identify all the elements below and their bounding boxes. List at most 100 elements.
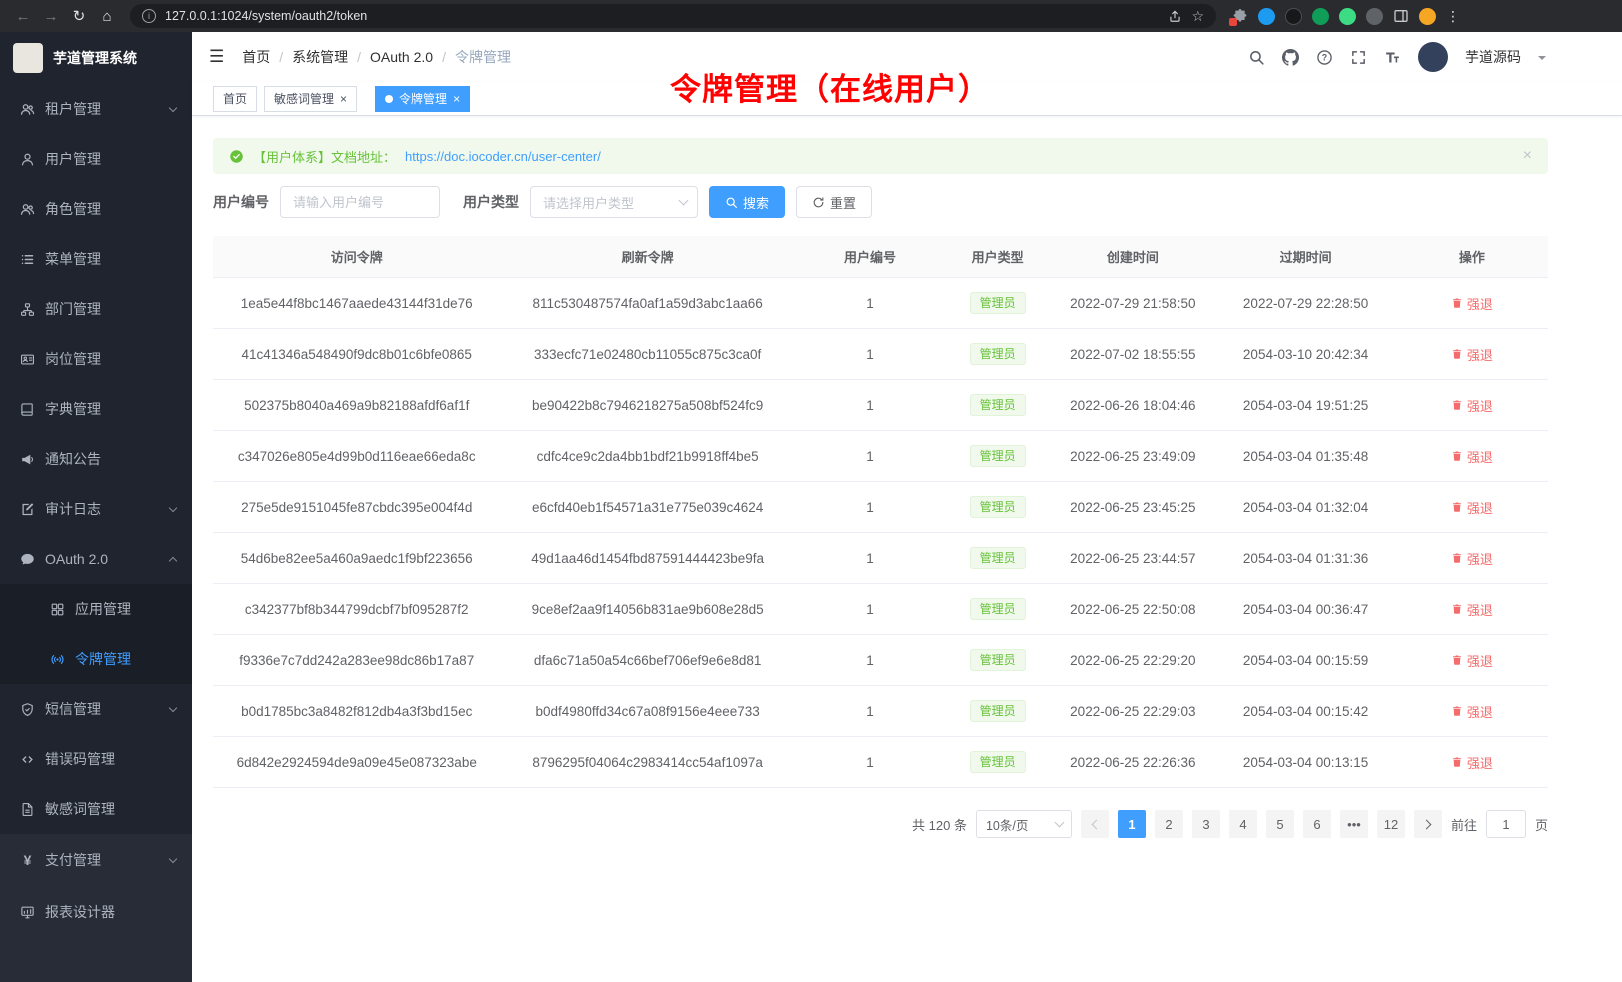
page-size-select[interactable]: 10条/页	[976, 810, 1072, 838]
sidebar-item-notice[interactable]: 通知公告	[0, 434, 192, 484]
fullscreen-icon[interactable]	[1350, 49, 1367, 66]
search-button[interactable]: 搜索	[709, 186, 785, 218]
table-row: 1ea5e44f8bc1467aaede43144f31de76 811c530…	[213, 278, 1548, 329]
force-logout-button[interactable]: 强退	[1451, 396, 1493, 415]
extension-icon[interactable]	[1366, 8, 1383, 25]
refresh-token-cell: e6cfd40eb1f54571a31e775e039c4624	[500, 482, 794, 533]
search-button-label: 搜索	[743, 193, 769, 212]
sidebar-item-sensitive-words[interactable]: 敏感词管理	[0, 784, 192, 834]
extension-icon[interactable]	[1285, 8, 1302, 25]
expire-time-cell: 2054-03-04 00:15:59	[1215, 635, 1395, 686]
sidebar-item-label: 租户管理	[45, 99, 101, 119]
tab-sensitive-words[interactable]: 敏感词管理 ×	[264, 86, 357, 112]
user-type-badge: 管理员	[970, 700, 1026, 722]
page-button[interactable]: 4	[1229, 810, 1257, 838]
page-button[interactable]: 12	[1377, 810, 1405, 838]
user-id-input[interactable]	[280, 186, 440, 218]
force-logout-button[interactable]: 强退	[1451, 345, 1493, 364]
user-avatar[interactable]	[1418, 42, 1448, 72]
sidebar: 芋道管理系统 租户管理 用户管理 角色管理 菜单管理 部门管理	[0, 32, 192, 982]
pay-yen-icon: ¥	[20, 852, 35, 868]
force-logout-button[interactable]: 强退	[1451, 651, 1493, 670]
sidebar-item-oauth-app[interactable]: 应用管理	[0, 584, 192, 634]
expire-time-cell: 2054-03-04 01:32:04	[1215, 482, 1395, 533]
extension-icon[interactable]	[1312, 8, 1329, 25]
breadcrumb-system[interactable]: 系统管理	[292, 47, 348, 67]
close-icon[interactable]: ×	[340, 93, 347, 105]
sidebar-item-sms[interactable]: 短信管理	[0, 684, 192, 734]
page-button[interactable]: 6	[1303, 810, 1331, 838]
close-icon[interactable]: ×	[453, 93, 460, 105]
breadcrumb-oauth[interactable]: OAuth 2.0	[370, 49, 433, 65]
share-icon[interactable]	[1168, 9, 1182, 23]
page-button[interactable]: 2	[1155, 810, 1183, 838]
browser-menu-icon[interactable]: ⋮	[1446, 8, 1460, 25]
extensions-puzzle-icon[interactable]	[1232, 8, 1248, 24]
force-logout-button[interactable]: 强退	[1451, 753, 1493, 772]
sidebar-item-menu[interactable]: 菜单管理	[0, 234, 192, 284]
username[interactable]: 芋道源码	[1465, 47, 1521, 67]
side-panel-icon[interactable]	[1393, 8, 1409, 24]
tab-home[interactable]: 首页	[213, 86, 257, 112]
browser-reload-icon[interactable]: ↻	[66, 3, 92, 29]
sidebar-item-user[interactable]: 用户管理	[0, 134, 192, 184]
tab-token-management[interactable]: 令牌管理 ×	[375, 86, 470, 112]
sidebar-toggle-icon[interactable]: ☰	[209, 47, 224, 67]
doc-alert: 【用户体系】文档地址： https://doc.iocoder.cn/user-…	[213, 138, 1548, 174]
page-button[interactable]: 3	[1192, 810, 1220, 838]
table-row: c347026e805e4d99b0d116eae66eda8c cdfc4ce…	[213, 431, 1548, 482]
site-info-icon[interactable]: i	[142, 9, 156, 23]
doc-link[interactable]: https://doc.iocoder.cn/user-center/	[405, 149, 601, 164]
user-type-cell: 管理员	[945, 380, 1050, 431]
sidebar-item-report-designer[interactable]: 报表设计器	[0, 886, 192, 938]
sidebar-item-role[interactable]: 角色管理	[0, 184, 192, 234]
extension-icon[interactable]	[1339, 8, 1356, 25]
alert-close-icon[interactable]: ×	[1523, 147, 1532, 165]
access-token-cell: 1ea5e44f8bc1467aaede43144f31de76	[213, 278, 500, 329]
sidebar-item-oauth[interactable]: OAuth 2.0	[0, 534, 192, 584]
user-type-cell: 管理员	[945, 278, 1050, 329]
reset-button[interactable]: 重置	[796, 186, 872, 218]
font-size-icon[interactable]	[1384, 49, 1401, 66]
total-count: 共 120 条	[912, 815, 967, 834]
search-icon[interactable]	[1248, 49, 1265, 66]
page-button[interactable]: 1	[1118, 810, 1146, 838]
force-logout-button[interactable]: 强退	[1451, 549, 1493, 568]
refresh-icon	[812, 196, 825, 209]
col-refresh-token: 刷新令牌	[500, 236, 794, 278]
sidebar-item-error-code[interactable]: 错误码管理	[0, 734, 192, 784]
sidebar-item-post[interactable]: 岗位管理	[0, 334, 192, 384]
url-bar[interactable]: i 127.0.0.1:1024/system/oauth2/token ☆	[130, 4, 1216, 28]
sidebar-item-dictionary[interactable]: 字典管理	[0, 384, 192, 434]
breadcrumb-home[interactable]: 首页	[242, 47, 270, 67]
sidebar-item-department[interactable]: 部门管理	[0, 284, 192, 334]
user-type-select[interactable]: 请选择用户类型	[530, 186, 698, 218]
bookmark-star-icon[interactable]: ☆	[1191, 8, 1204, 25]
sidebar-item-payment[interactable]: ¥ 支付管理	[0, 834, 192, 886]
page-button[interactable]: •••	[1340, 810, 1368, 838]
browser-back-icon[interactable]: ←	[10, 3, 36, 29]
chevron-down-icon[interactable]	[1538, 56, 1546, 64]
github-icon[interactable]	[1282, 49, 1299, 66]
browser-profile-avatar[interactable]	[1419, 8, 1436, 25]
force-logout-button[interactable]: 强退	[1451, 600, 1493, 619]
force-logout-button[interactable]: 强退	[1451, 702, 1493, 721]
sidebar-item-oauth-token[interactable]: 令牌管理	[0, 634, 192, 684]
force-logout-button[interactable]: 强退	[1451, 294, 1493, 313]
browser-forward-icon[interactable]: →	[38, 3, 64, 29]
goto-page-input[interactable]	[1486, 810, 1526, 838]
force-logout-button[interactable]: 强退	[1451, 498, 1493, 517]
help-icon[interactable]	[1316, 49, 1333, 66]
sidebar-item-tenant[interactable]: 租户管理	[0, 84, 192, 134]
browser-home-icon[interactable]: ⌂	[94, 3, 120, 29]
page-button[interactable]: 5	[1266, 810, 1294, 838]
app-logo[interactable]: 芋道管理系统	[0, 32, 192, 84]
sidebar-item-audit-log[interactable]: 审计日志	[0, 484, 192, 534]
force-logout-button[interactable]: 强退	[1451, 447, 1493, 466]
extension-icon[interactable]	[1258, 8, 1275, 25]
next-page-button[interactable]	[1414, 810, 1442, 838]
prev-page-button[interactable]	[1081, 810, 1109, 838]
trash-icon	[1451, 450, 1463, 462]
force-logout-label: 强退	[1467, 549, 1493, 568]
table-row: 41c41346a548490f9dc8b01c6bfe0865 333ecfc…	[213, 329, 1548, 380]
